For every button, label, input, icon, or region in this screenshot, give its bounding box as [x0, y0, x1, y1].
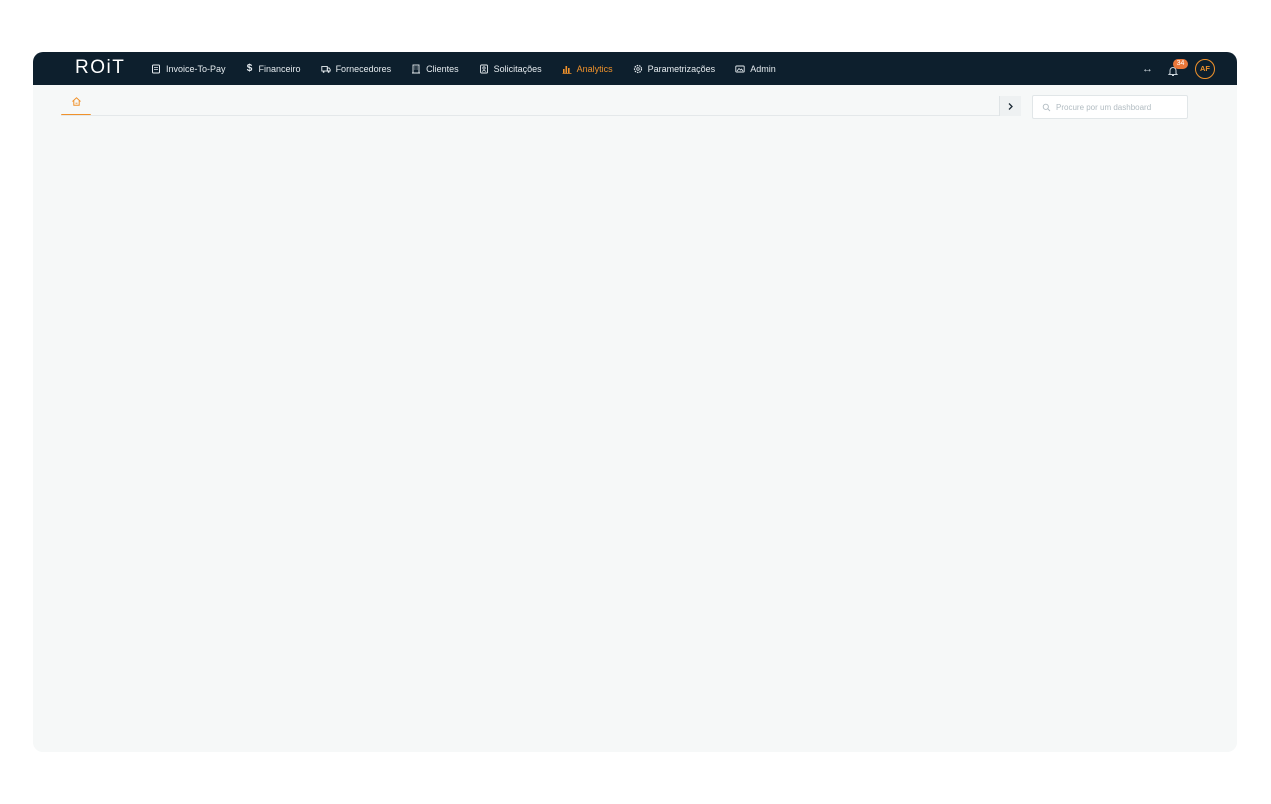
nav-item-analytics[interactable]: Analytics — [562, 64, 613, 74]
main-nav: Invoice-To-Pay $ Financeiro Fornecedores… — [151, 52, 776, 85]
header-tools: ↔ 34 AF — [1142, 52, 1215, 85]
dashboard-content-area — [33, 122, 1237, 752]
scroll-tabs-right-button[interactable] — [999, 96, 1021, 116]
bar-chart-icon — [562, 65, 572, 74]
nav-item-label: Financeiro — [258, 63, 301, 74]
nav-item-financeiro[interactable]: $ Financeiro — [246, 63, 301, 74]
nav-item-invoice-to-pay[interactable]: Invoice-To-Pay — [151, 64, 226, 74]
admin-icon — [735, 65, 745, 72]
home-icon — [71, 97, 81, 106]
nav-item-fornecedores[interactable]: Fornecedores — [320, 63, 392, 74]
nav-item-solicitacoes[interactable]: Solicitações — [479, 64, 542, 74]
nav-item-label: Fornecedores — [335, 63, 392, 74]
chevron-right-icon — [1008, 102, 1013, 110]
nav-item-label: Parametrizações — [647, 63, 716, 74]
truck-icon — [320, 65, 331, 73]
gear-icon — [633, 64, 642, 73]
request-icon — [479, 64, 488, 73]
nav-item-admin[interactable]: Admin — [735, 64, 776, 74]
user-avatar[interactable]: AF — [1195, 58, 1215, 79]
nav-item-label: Admin — [750, 63, 776, 74]
tabs-divider — [61, 115, 1021, 116]
search-input[interactable] — [1056, 102, 1176, 112]
dashboard-search[interactable] — [1032, 95, 1188, 119]
top-navigation-bar: ROiT Invoice-To-Pay $ Financeiro Fornece… — [33, 52, 1237, 85]
invoice-icon — [152, 64, 160, 73]
building-icon — [412, 64, 421, 73]
nav-item-clientes[interactable]: Clientes — [411, 64, 459, 74]
dollar-icon: $ — [246, 63, 253, 74]
nav-item-label: Solicitações — [493, 63, 542, 74]
roit-logo[interactable]: ROiT — [75, 57, 125, 79]
nav-item-label: Invoice-To-Pay — [166, 63, 226, 74]
nav-item-label: Analytics — [576, 63, 613, 74]
notification-count-badge: 34 — [1173, 58, 1188, 69]
app-window: ROiT Invoice-To-Pay $ Financeiro Fornece… — [33, 52, 1237, 752]
nav-item-parametrizacoes[interactable]: Parametrizações — [633, 63, 716, 74]
notifications-button[interactable]: 34 — [1167, 58, 1188, 76]
home-tab[interactable] — [61, 96, 91, 116]
search-icon — [1042, 103, 1051, 111]
nav-item-label: Clientes — [426, 63, 459, 74]
expand-icon[interactable]: ↔ — [1142, 63, 1153, 75]
